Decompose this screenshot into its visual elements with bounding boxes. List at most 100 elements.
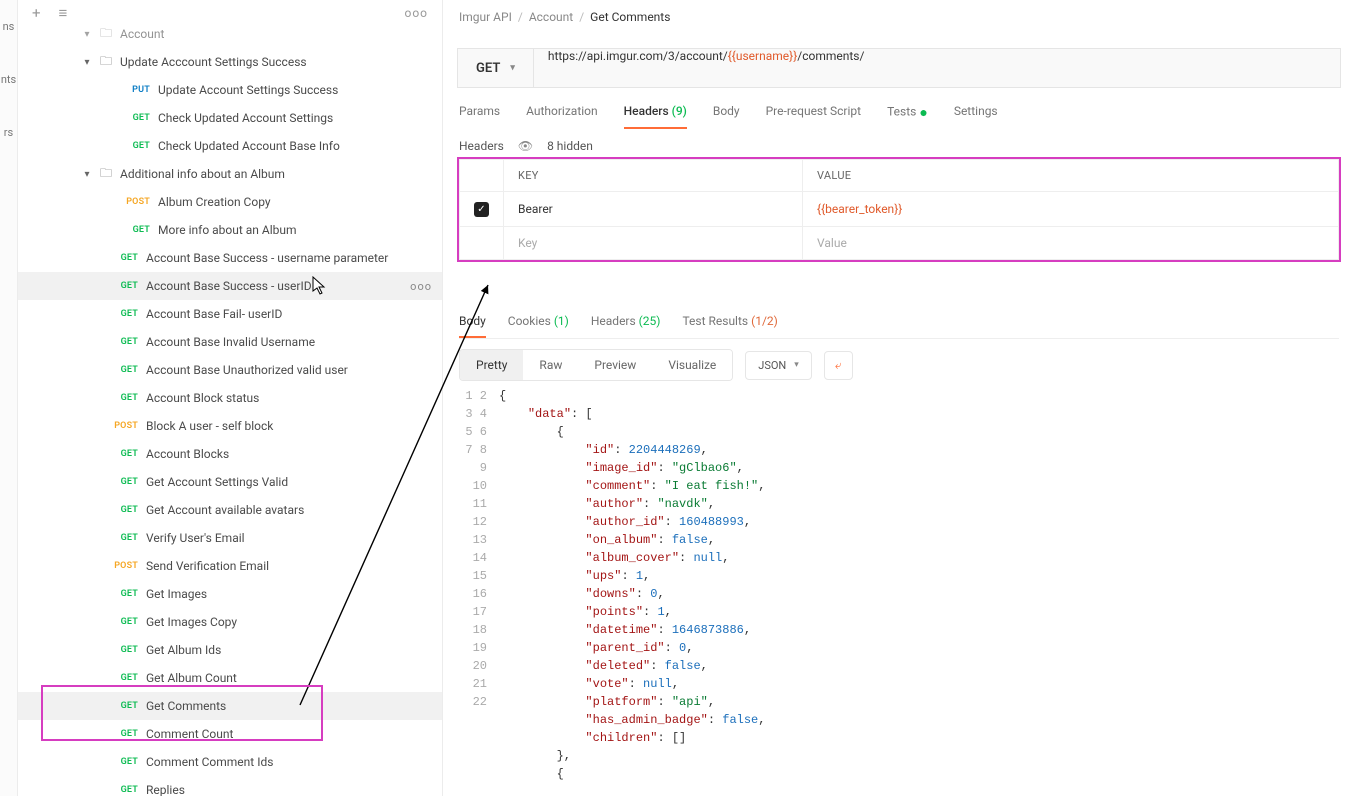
url-text: /comments/ <box>797 49 864 63</box>
resp-tab-cookies[interactable]: Cookies (1) <box>508 308 569 338</box>
method-badge: GET <box>110 757 138 767</box>
folder-icon: 🗀 <box>100 26 114 45</box>
tab-label: Cookies <box>508 314 551 328</box>
request-label: Account Base Success - userID <box>146 279 312 293</box>
request-row[interactable]: GETGet Account available avatars <box>18 496 442 524</box>
folder-row[interactable]: ▾🗀Account <box>18 26 442 48</box>
method-badge: GET <box>110 617 138 627</box>
tab-prerequest[interactable]: Pre-request Script <box>766 104 861 129</box>
filter-icon[interactable]: ≡ <box>59 4 68 22</box>
request-row[interactable]: GETCheck Updated Account Base Info <box>18 132 442 160</box>
request-row[interactable]: GETAccount Base Invalid Username <box>18 328 442 356</box>
folder-icon: 🗀 <box>100 164 114 185</box>
view-raw[interactable]: Raw <box>523 350 578 380</box>
method-badge: GET <box>122 225 150 235</box>
request-row[interactable]: GETGet Album Count <box>18 664 442 692</box>
resp-tab-body[interactable]: Body <box>459 308 486 338</box>
url-input[interactable]: https://api.imgur.com/3/account/{{userna… <box>534 49 1340 87</box>
http-method-select[interactable]: GET ▾ <box>458 49 534 87</box>
method-badge: GET <box>110 533 138 543</box>
method-badge: GET <box>110 589 138 599</box>
hidden-count[interactable]: 8 hidden <box>547 139 593 153</box>
header-value-input[interactable]: Value <box>803 227 1339 260</box>
header-key-cell[interactable]: Bearer <box>504 192 803 227</box>
method-badge: GET <box>110 673 138 683</box>
tab-settings[interactable]: Settings <box>954 104 998 129</box>
tab-params[interactable]: Params <box>459 104 500 129</box>
folder-row[interactable]: ▾🗀Additional info about an Album <box>18 160 442 188</box>
request-row[interactable]: GETMore info about an Album <box>18 216 442 244</box>
request-row[interactable]: GETGet Images Copy <box>18 608 442 636</box>
tab-body[interactable]: Body <box>713 104 740 129</box>
tab-label: Test Results <box>682 314 748 328</box>
tab-count: (25) <box>639 314 661 328</box>
breadcrumb-folder[interactable]: Account <box>529 10 573 24</box>
response-body[interactable]: 1 2 3 4 5 6 7 8 9 10 11 12 13 14 15 16 1… <box>459 387 1339 783</box>
request-row[interactable]: PUTUpdate Account Settings Success <box>18 76 442 104</box>
request-label: Account Base Success - username paramete… <box>146 251 388 265</box>
tab-count: (9) <box>672 104 687 118</box>
eye-icon[interactable]: 👁 <box>518 139 533 153</box>
http-method-label: GET <box>476 61 500 76</box>
request-row[interactable]: GETAccount Blocks <box>18 440 442 468</box>
method-badge: GET <box>110 645 138 655</box>
checkbox-checked[interactable]: ✓ <box>474 202 489 217</box>
request-row[interactable]: GETAccount Base Unauthorized valid user <box>18 356 442 384</box>
request-row[interactable]: GETGet Account Settings Valid <box>18 468 442 496</box>
resp-tab-tests[interactable]: Test Results (1/2) <box>682 308 777 338</box>
header-row-empty: Key Value <box>460 227 1339 260</box>
request-row[interactable]: GETVerify User's Email <box>18 524 442 552</box>
view-pretty[interactable]: Pretty <box>460 350 523 380</box>
folder-icon: 🗀 <box>100 52 114 73</box>
json-code[interactable]: { "data": [ { "id": 2204448269, "image_i… <box>499 387 765 783</box>
method-badge: GET <box>110 477 138 487</box>
chevron-down-icon[interactable]: ▾ <box>80 57 94 68</box>
method-badge: GET <box>110 505 138 515</box>
strip-item: nts <box>1 73 16 86</box>
request-row[interactable]: POSTSend Verification Email <box>18 552 442 580</box>
request-row[interactable]: GETAccount Base Fail- userID <box>18 300 442 328</box>
chevron-down-icon[interactable]: ▾ <box>80 29 94 40</box>
new-tab-icon[interactable]: + <box>32 4 41 22</box>
format-select[interactable]: JSON ▾ <box>745 351 812 380</box>
view-preview[interactable]: Preview <box>578 350 652 380</box>
request-row[interactable]: GETComment Count <box>18 720 442 748</box>
request-row[interactable]: GETCheck Updated Account Settings <box>18 104 442 132</box>
tab-count: (1/2) <box>751 314 778 328</box>
request-row[interactable]: GETReplies <box>18 776 442 796</box>
request-row[interactable]: GETComment Comment Ids <box>18 748 442 776</box>
tab-authorization[interactable]: Authorization <box>526 104 598 129</box>
request-row[interactable]: GETAccount Base Success - userIDooo <box>18 272 442 300</box>
method-badge: GET <box>110 729 138 739</box>
status-dot-icon: ● <box>919 105 927 121</box>
wrap-lines-icon[interactable]: ⤶ <box>824 351 853 380</box>
request-label: Block A user - self block <box>146 419 273 433</box>
request-row[interactable]: POSTAlbum Creation Copy <box>18 188 442 216</box>
header-value-cell[interactable]: {{bearer_token}} <box>803 192 1339 227</box>
tab-headers[interactable]: Headers (9) <box>624 104 687 129</box>
request-row[interactable]: GETGet Comments <box>18 692 442 720</box>
chevron-down-icon: ▾ <box>510 63 515 73</box>
request-row[interactable]: GETAccount Base Success - username param… <box>18 244 442 272</box>
row-more-icon[interactable]: ooo <box>410 280 432 293</box>
view-visualize[interactable]: Visualize <box>652 350 732 380</box>
request-row[interactable]: GETAccount Block status <box>18 384 442 412</box>
request-row[interactable]: GETGet Album Ids <box>18 636 442 664</box>
request-row[interactable]: GETGet Images <box>18 580 442 608</box>
tab-tests[interactable]: Tests ● <box>887 104 928 129</box>
breadcrumb-root[interactable]: Imgur API <box>459 10 512 24</box>
request-row[interactable]: POSTBlock A user - self block <box>18 412 442 440</box>
sidebar-more-icon[interactable]: ooo <box>404 6 428 20</box>
chevron-down-icon[interactable]: ▾ <box>80 169 94 180</box>
resp-tab-headers[interactable]: Headers (25) <box>591 308 661 338</box>
method-badge: GET <box>110 365 138 375</box>
headers-table-highlight: KEY VALUE ✓ Bearer {{bearer_token}} Key … <box>457 157 1341 262</box>
line-gutter: 1 2 3 4 5 6 7 8 9 10 11 12 13 14 15 16 1… <box>459 387 499 783</box>
header-key-input[interactable]: Key <box>504 227 803 260</box>
method-badge: GET <box>110 393 138 403</box>
url-text: https://api.imgur.com/3/account/ <box>548 49 728 63</box>
tab-label: Headers <box>591 314 636 328</box>
format-label: JSON <box>758 359 786 372</box>
folder-row[interactable]: ▾🗀Update Acccount Settings Success <box>18 48 442 76</box>
method-badge: GET <box>122 113 150 123</box>
